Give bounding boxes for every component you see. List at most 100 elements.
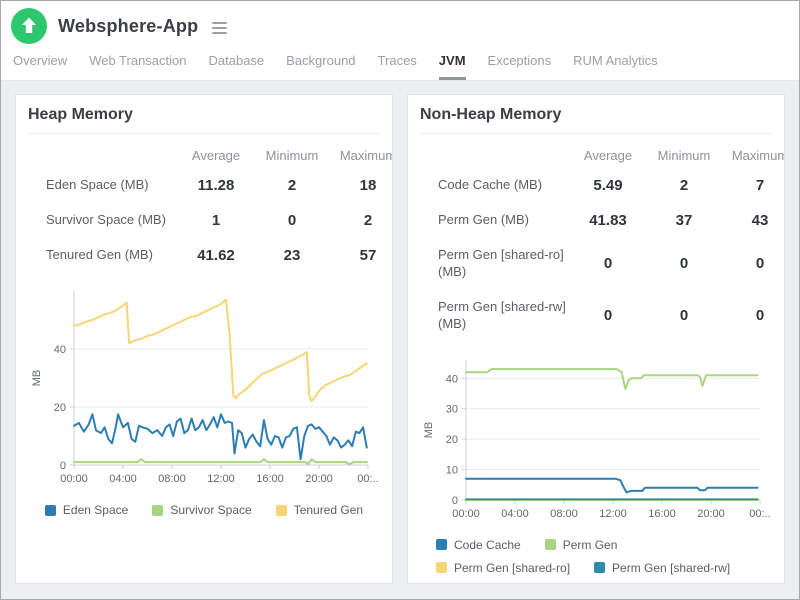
svg-text:00:00: 00:00	[60, 473, 88, 485]
heap-memory-chart: 0 20 40 00:00 04:00 08:00 12:00 16:00 20:00 00:..…	[31, 291, 379, 485]
row-label: Perm Gen (MB)	[438, 212, 530, 228]
svg-text:04:00: 04:00	[501, 508, 529, 520]
legend-swatch	[152, 504, 164, 516]
legend-label: Survivor Space	[170, 503, 252, 517]
svg-text:10: 10	[446, 464, 458, 476]
tab-exceptions[interactable]: Exceptions	[488, 53, 552, 80]
svg-text:40: 40	[446, 373, 458, 385]
col-header-average: Average	[191, 148, 241, 163]
svg-text:20:00: 20:00	[697, 508, 725, 520]
content-area: Heap Memory Average Minimum Maximum Eden…	[1, 81, 799, 599]
legend-label: Perm Gen	[562, 537, 618, 552]
svg-text:16:00: 16:00	[648, 508, 676, 520]
app-status-icon[interactable]	[11, 8, 47, 44]
legend-label: Tenured Gen	[293, 503, 364, 517]
app-header: Websphere-App	[1, 1, 799, 46]
legend-label: Eden Space	[62, 503, 129, 517]
max-value: 57	[359, 247, 377, 264]
col-header-minimum: Minimum	[657, 148, 711, 163]
app-window: Websphere-App Overview Web Transaction D…	[0, 0, 800, 600]
min-value: 2	[679, 177, 689, 194]
menu-icon[interactable]	[212, 19, 228, 34]
legend-item[interactable]: Survivor Space	[152, 503, 252, 517]
svg-text:04:00: 04:00	[109, 473, 137, 485]
col-header-average: Average	[583, 148, 633, 163]
legend-item[interactable]: Perm Gen [shared-rw]	[594, 561, 730, 575]
min-value: 0	[679, 307, 689, 325]
table-row: Perm Gen (MB) 41.83 37 43	[420, 203, 784, 238]
legend-item[interactable]: Perm Gen	[544, 537, 618, 552]
legend-label: Perm Gen [shared-ro]	[454, 560, 571, 575]
svg-text:08:00: 08:00	[550, 508, 578, 520]
row-label: Eden Space (MB)	[46, 177, 149, 193]
row-label: Perm Gen [shared-rw] (MB)	[438, 298, 566, 331]
tab-bar: Overview Web Transaction Database Backgr…	[1, 46, 799, 81]
row-label: Code Cache (MB)	[438, 177, 543, 193]
svg-text:MB: MB	[423, 421, 435, 438]
legend-swatch	[44, 504, 56, 516]
svg-text:MB: MB	[31, 370, 43, 387]
tab-traces[interactable]: Traces	[378, 53, 417, 80]
max-value: 43	[751, 212, 769, 229]
legend-swatch	[436, 539, 447, 551]
tab-jvm[interactable]: JVM	[438, 53, 466, 80]
table-header-row: Average Minimum Maximum	[420, 140, 784, 168]
tab-overview[interactable]: Overview	[13, 53, 67, 80]
tab-background[interactable]: Background	[286, 53, 355, 80]
col-header-maximum: Maximum	[339, 148, 392, 163]
legend-item[interactable]: Code Cache	[436, 538, 521, 552]
svg-text:30: 30	[446, 403, 458, 415]
table-row: Eden Space (MB) 11.28 2 18	[28, 168, 392, 203]
svg-text:00:00: 00:00	[452, 508, 480, 520]
max-value: 18	[359, 177, 377, 194]
max-value: 2	[363, 212, 373, 229]
table-row: Perm Gen [shared-rw] (MB) 0 0 0	[420, 290, 784, 342]
nonheap-chart-legend: Code Cache Perm Gen Perm Gen [shared-ro] Pe…	[436, 538, 768, 575]
col-header-minimum: Minimum	[265, 148, 319, 163]
up-arrow-icon	[11, 8, 47, 44]
svg-text:20: 20	[54, 402, 66, 414]
table-row: Code Cache (MB) 5.49 2 7	[420, 168, 784, 203]
max-value: 0	[755, 255, 765, 273]
legend-label: Code Cache	[454, 537, 521, 552]
row-label: Survivor Space (MB)	[46, 212, 166, 228]
tab-web-transaction[interactable]: Web Transaction	[89, 53, 186, 80]
min-value: 0	[287, 212, 297, 229]
svg-text:12:00: 12:00	[599, 508, 627, 520]
page-title: Websphere-App	[58, 15, 199, 36]
svg-text:40: 40	[54, 344, 66, 356]
legend-item[interactable]: Perm Gen [shared-ro]	[436, 561, 570, 575]
svg-text:16:00: 16:00	[256, 473, 284, 485]
heap-chart-legend: Eden Space Survivor Space Tenured Gen	[28, 503, 380, 517]
svg-text:00:..: 00:..	[749, 508, 770, 520]
tab-database[interactable]: Database	[209, 53, 265, 80]
legend-swatch	[436, 562, 447, 574]
heap-panel-title: Heap Memory	[28, 106, 380, 134]
legend-swatch	[275, 504, 287, 516]
min-value: 37	[675, 212, 693, 229]
svg-text:0: 0	[452, 495, 458, 507]
svg-text:20:00: 20:00	[305, 473, 333, 485]
min-value: 23	[283, 247, 301, 264]
legend-item[interactable]: Eden Space	[44, 503, 129, 517]
legend-swatch	[594, 562, 606, 574]
heap-stats-table: Average Minimum Maximum Eden Space (MB) …	[28, 140, 392, 273]
col-header-maximum: Maximum	[731, 148, 784, 163]
avg-value: 1	[211, 212, 221, 229]
max-value: 0	[755, 307, 765, 325]
nonheap-panel-title: Non-Heap Memory	[420, 106, 772, 134]
table-header-row: Average Minimum Maximum	[28, 140, 392, 168]
legend-item[interactable]: Tenured Gen	[275, 503, 364, 517]
avg-value: 41.62	[197, 247, 235, 264]
svg-text:00:..: 00:..	[357, 473, 378, 485]
table-row: Survivor Space (MB) 1 0 2	[28, 203, 392, 238]
min-value: 0	[679, 255, 689, 273]
row-label: Perm Gen [shared-ro] (MB)	[438, 247, 564, 279]
table-row: Perm Gen [shared-ro] (MB) 0 0 0	[420, 238, 784, 290]
legend-swatch	[544, 539, 556, 551]
avg-value: 0	[603, 307, 613, 325]
avg-value: 11.28	[197, 177, 235, 194]
nonheap-stats-table: Average Minimum Maximum Code Cache (MB) …	[420, 140, 784, 342]
row-label: Tenured Gen (MB)	[46, 247, 153, 263]
tab-rum-analytics[interactable]: RUM Analytics	[573, 53, 658, 80]
